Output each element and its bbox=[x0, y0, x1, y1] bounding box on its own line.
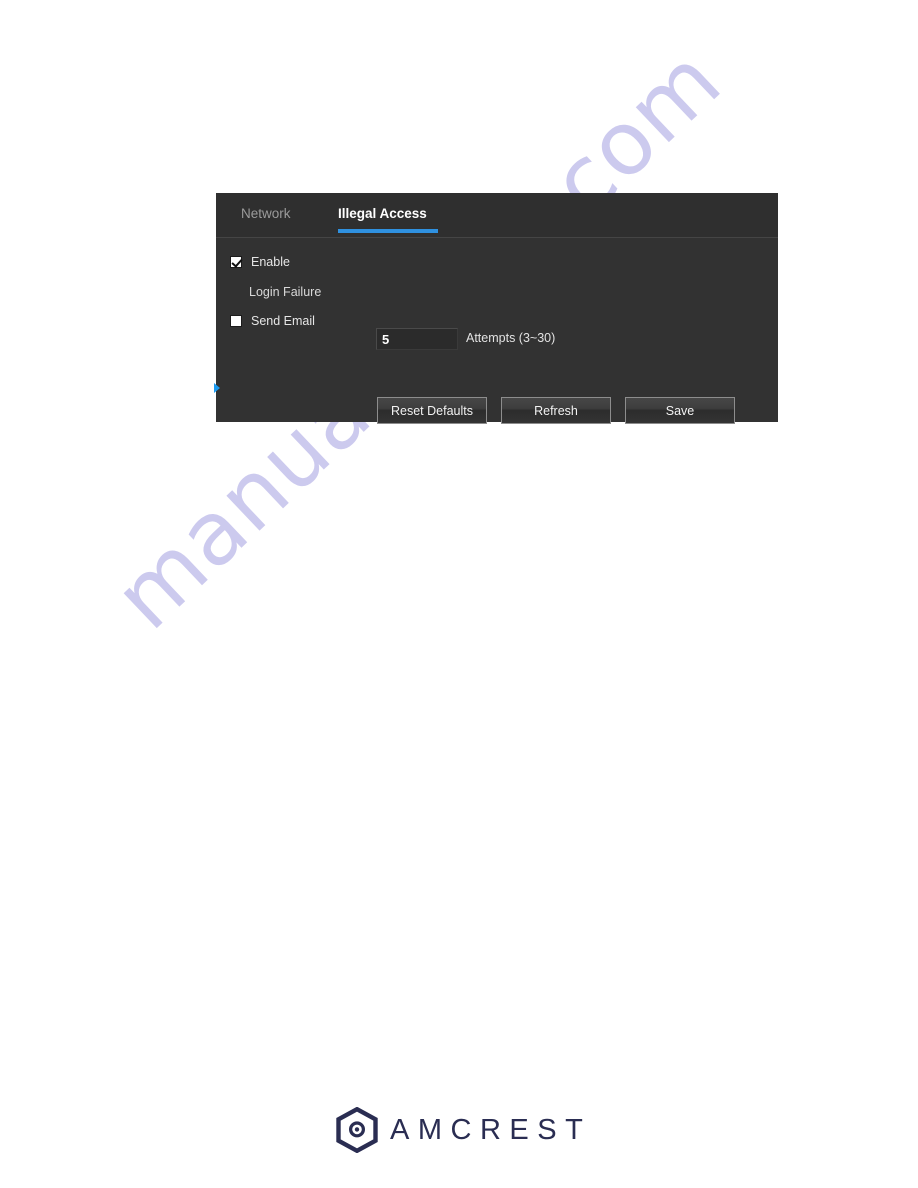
panel-body: Enable Login Failure Attempts (3~30) Sen… bbox=[214, 238, 778, 424]
send-email-label: Send Email bbox=[251, 314, 315, 328]
enable-label: Enable bbox=[251, 255, 290, 269]
send-email-checkbox[interactable] bbox=[230, 315, 242, 327]
page-watermark: manualshive.com bbox=[0, 0, 918, 1188]
login-failure-input[interactable] bbox=[376, 328, 458, 350]
amcrest-hexagon-logo-icon bbox=[336, 1107, 378, 1153]
illegal-access-settings-panel: Network Illegal Access Enable Login Fail… bbox=[214, 193, 778, 424]
active-tab-indicator bbox=[338, 229, 438, 233]
amcrest-brand: AMCREST bbox=[335, 1107, 591, 1153]
attempts-unit-label: Attempts (3~30) bbox=[466, 331, 556, 345]
save-button[interactable]: Save bbox=[625, 397, 735, 424]
send-email-row: Send Email bbox=[230, 314, 315, 328]
reset-defaults-button[interactable]: Reset Defaults bbox=[377, 397, 487, 424]
tab-network[interactable]: Network bbox=[241, 193, 291, 238]
enable-checkbox[interactable] bbox=[230, 256, 242, 268]
login-failure-row: Login Failure bbox=[230, 285, 321, 299]
tab-bar: Network Illegal Access bbox=[216, 193, 778, 238]
refresh-button[interactable]: Refresh bbox=[501, 397, 611, 424]
login-failure-label: Login Failure bbox=[249, 285, 322, 299]
enable-row: Enable bbox=[230, 255, 290, 269]
left-edge-arrow-icon bbox=[214, 383, 220, 393]
amcrest-wordmark: AMCREST bbox=[390, 1113, 592, 1146]
action-button-bar: Reset Defaults Refresh Save bbox=[377, 397, 735, 424]
